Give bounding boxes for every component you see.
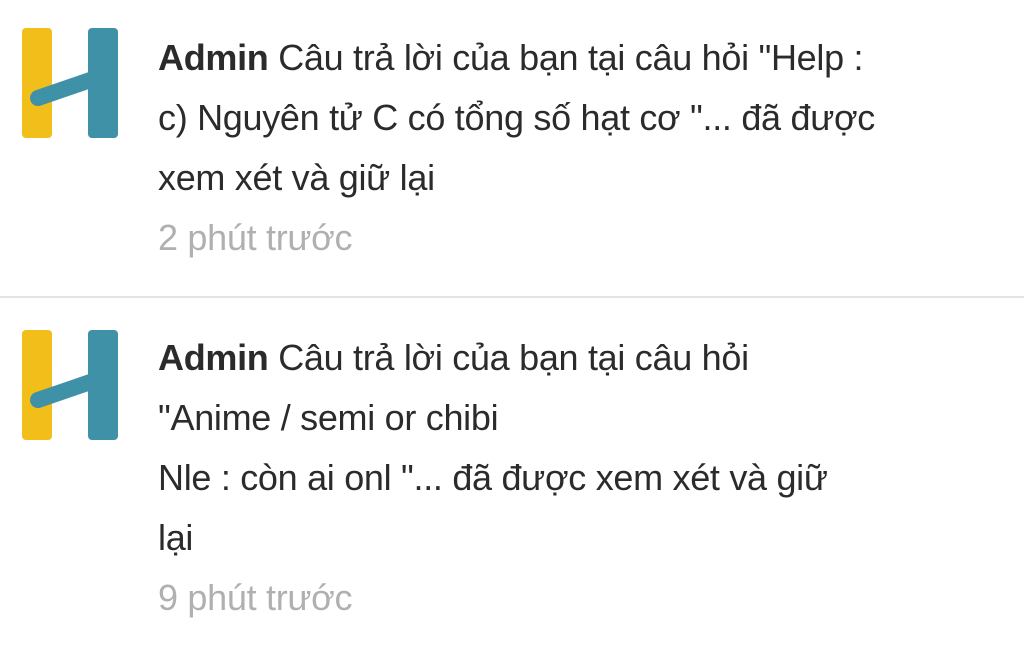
message-line: Admin Câu trả lời của bạn tại câu hỏi <box>158 337 749 378</box>
message-line: xem xét và giữ lại <box>158 157 435 198</box>
author-name[interactable]: Admin <box>158 37 269 78</box>
message-line: "Anime / semi or chibi <box>158 397 499 438</box>
notification-content: Admin Câu trả lời của bạn tại câu hỏi "A… <box>158 328 1008 628</box>
notification-list: Admin Câu trả lời của bạn tại câu hỏi "H… <box>0 0 1024 651</box>
notification-content: Admin Câu trả lời của bạn tại câu hỏi "H… <box>158 28 1008 268</box>
message-line: Admin Câu trả lời của bạn tại câu hỏi "H… <box>158 37 864 78</box>
author-name[interactable]: Admin <box>158 337 269 378</box>
message-line: lại <box>158 517 194 558</box>
timestamp: 9 phút trước <box>158 577 353 618</box>
hoc24-logo-icon <box>22 330 118 440</box>
message-line: Nle : còn ai onl "... đã được xem xét và… <box>158 457 828 498</box>
timestamp: 2 phút trước <box>158 217 353 258</box>
notification-item[interactable]: Admin Câu trả lời của bạn tại câu hỏi "H… <box>0 0 1024 297</box>
notification-item[interactable]: Admin Câu trả lời của bạn tại câu hỏi "A… <box>0 298 1024 651</box>
message-line: c) Nguyên tử C có tổng số hạt cơ "... đã… <box>158 97 876 138</box>
hoc24-logo-icon <box>22 28 118 138</box>
